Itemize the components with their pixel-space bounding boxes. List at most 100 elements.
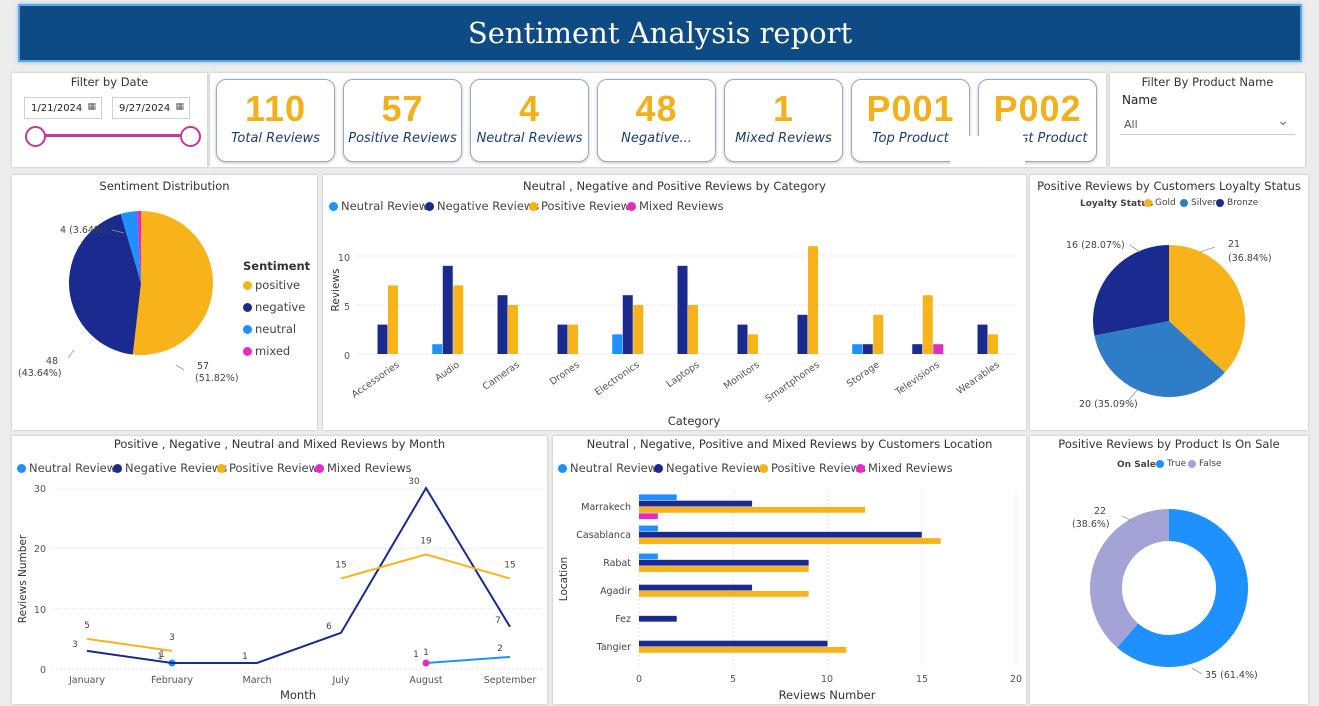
bar-negative-reviews-fez[interactable]	[639, 615, 677, 622]
line-negative-reviews[interactable]	[86, 486, 511, 664]
bar-positive-reviews-electronics[interactable]	[633, 305, 644, 354]
kpi-card-negative: 48 Negative...	[597, 79, 716, 162]
on-sale-chart-panel: Positive Reviews by Product Is On Sale O…	[1030, 436, 1308, 704]
product-filter-label: Name	[1122, 93, 1158, 107]
bar-negative-reviews-monitors[interactable]	[737, 324, 748, 354]
data-label: 1	[157, 652, 163, 662]
false-pct-label: (38.6%)	[1072, 519, 1110, 530]
date-slider-track[interactable]	[36, 134, 190, 137]
positive-count-label: 57	[197, 361, 209, 372]
y-tick-label: 5	[344, 302, 350, 313]
bar-mixed-reviews-marrakech[interactable]	[639, 513, 658, 520]
bar-neutral-reviews-casablanca[interactable]	[639, 525, 658, 532]
bar-negative-reviews-drones[interactable]	[557, 324, 568, 354]
data-label: 3	[169, 633, 175, 643]
bar-neutral-reviews-electronics[interactable]	[612, 334, 623, 354]
bar-negative-reviews-rabat[interactable]	[639, 559, 809, 566]
bar-positive-reviews-casablanca[interactable]	[639, 538, 941, 544]
product-name-dropdown[interactable]: All ⌄	[1120, 113, 1295, 135]
y-axis-label: Reviews	[330, 269, 342, 312]
x-tick-label: July	[331, 675, 349, 686]
legend-item-mixed[interactable]: mixed	[243, 344, 290, 358]
bar-negative-reviews-casablanca[interactable]	[639, 531, 922, 538]
date-slider-end-handle[interactable]	[180, 126, 201, 147]
date-filter-panel: Filter by Date 1/21/2024 ▦ 9/27/2024 ▦	[12, 73, 207, 167]
bar-negative-reviews-smartphones[interactable]	[797, 314, 808, 354]
pie-slice-bronze[interactable]	[1093, 245, 1169, 336]
bar-negative-reviews-wearables[interactable]	[977, 324, 988, 354]
bar-positive-reviews-audio[interactable]	[453, 285, 464, 354]
line-neutral-reviews[interactable]	[425, 655, 511, 664]
bar-positive-reviews-laptops[interactable]	[688, 305, 698, 354]
bar-negative-reviews-electronics[interactable]	[622, 295, 633, 354]
false-count-label: 22	[1094, 506, 1106, 517]
bar-positive-reviews-agadir[interactable]	[639, 591, 809, 597]
kpi-card-neutral: 4 Neutral Reviews	[470, 79, 589, 162]
calendar-icon[interactable]: ▦	[87, 102, 96, 112]
bar-negative-reviews-accessories[interactable]	[377, 324, 388, 354]
pie-slice-positive[interactable]	[132, 211, 213, 355]
bar-positive-reviews-storage[interactable]	[873, 314, 884, 354]
bar-positive-reviews-rabat[interactable]	[639, 566, 809, 572]
end-date-input[interactable]: 9/27/2024 ▦	[112, 97, 190, 119]
line-positive-reviews[interactable]	[340, 553, 511, 580]
bar-negative-reviews-laptops[interactable]	[677, 265, 688, 354]
kpi-value: P001	[866, 88, 955, 129]
bar-positive-reviews-smartphones[interactable]	[808, 246, 818, 354]
bar-positive-reviews-marrakech[interactable]	[639, 507, 866, 513]
bronze-label: 16 (28.07%)	[1066, 240, 1125, 251]
product-dropdown-value: All	[1124, 118, 1138, 131]
x-tick-label: March	[243, 675, 272, 686]
x-tick-label: January	[68, 675, 105, 686]
y-tick-label: 10	[34, 605, 46, 616]
data-label: 5	[84, 621, 90, 631]
y-tick-label: 10	[338, 253, 350, 264]
data-label: 6	[326, 622, 332, 632]
bar-neutral-reviews-marrakech[interactable]	[639, 494, 677, 501]
start-date-value: 1/21/2024	[31, 103, 83, 114]
bar-negative-reviews-tangier[interactable]	[639, 640, 828, 647]
bar-mixed-reviews-televisions[interactable]	[933, 344, 944, 354]
bar-positive-reviews-wearables[interactable]	[988, 334, 998, 354]
bar-positive-reviews-cameras[interactable]	[508, 305, 518, 354]
gold-pct-label: (36.84%)	[1228, 253, 1272, 264]
bar-neutral-reviews-rabat[interactable]	[639, 553, 658, 560]
bar-negative-reviews-storage[interactable]	[862, 344, 873, 354]
data-label: 3	[72, 640, 78, 650]
bar-positive-reviews-tangier[interactable]	[639, 647, 847, 653]
x-axis-label: Month	[280, 688, 316, 702]
bar-positive-reviews-accessories[interactable]	[388, 285, 398, 354]
bar-negative-reviews-agadir[interactable]	[639, 584, 753, 591]
bar-positive-reviews-monitors[interactable]	[748, 334, 758, 354]
date-slider-start-handle[interactable]	[25, 126, 46, 147]
x-tick-label: Storage	[845, 359, 882, 389]
y-axis-label: Location	[558, 557, 570, 601]
legend-item-neutral[interactable]: neutral	[243, 322, 296, 336]
legend-item-positive[interactable]: positive	[243, 278, 300, 292]
bar-positive-reviews-drones[interactable]	[568, 324, 578, 354]
y-axis-label: Reviews Number	[17, 534, 29, 623]
bar-negative-reviews-marrakech[interactable]	[639, 500, 753, 507]
line-positive-reviews[interactable]	[86, 637, 173, 652]
bar-negative-reviews-audio[interactable]	[442, 265, 453, 354]
bar-neutral-reviews-storage[interactable]	[852, 344, 863, 354]
bar-negative-reviews-televisions[interactable]	[912, 344, 923, 354]
legend-item-negative[interactable]: negative	[243, 300, 305, 314]
x-tick-label: Monitors	[722, 359, 762, 392]
bar-positive-reviews-televisions[interactable]	[922, 295, 933, 354]
start-date-input[interactable]: 1/21/2024 ▦	[24, 97, 102, 119]
chevron-down-icon[interactable]: ⌄	[1277, 113, 1289, 129]
point-mixed-reviews[interactable]	[422, 659, 430, 667]
bar-neutral-reviews-audio[interactable]	[432, 344, 443, 354]
kpi-label: Total Reviews	[231, 131, 320, 146]
data-label: 7	[495, 616, 501, 626]
kpi-card-positive: 57 Positive Reviews	[343, 79, 462, 162]
calendar-icon[interactable]: ▦	[175, 102, 184, 112]
kpi-value: 57	[381, 88, 424, 129]
bar-negative-reviews-cameras[interactable]	[497, 295, 508, 354]
overlay-mask	[950, 136, 1025, 166]
positive-pct-label: (51.82%)	[195, 373, 239, 384]
kpi-label: Negative...	[621, 131, 692, 146]
x-axis-label: Category	[668, 414, 721, 428]
y-tick-label: 30	[34, 484, 46, 495]
